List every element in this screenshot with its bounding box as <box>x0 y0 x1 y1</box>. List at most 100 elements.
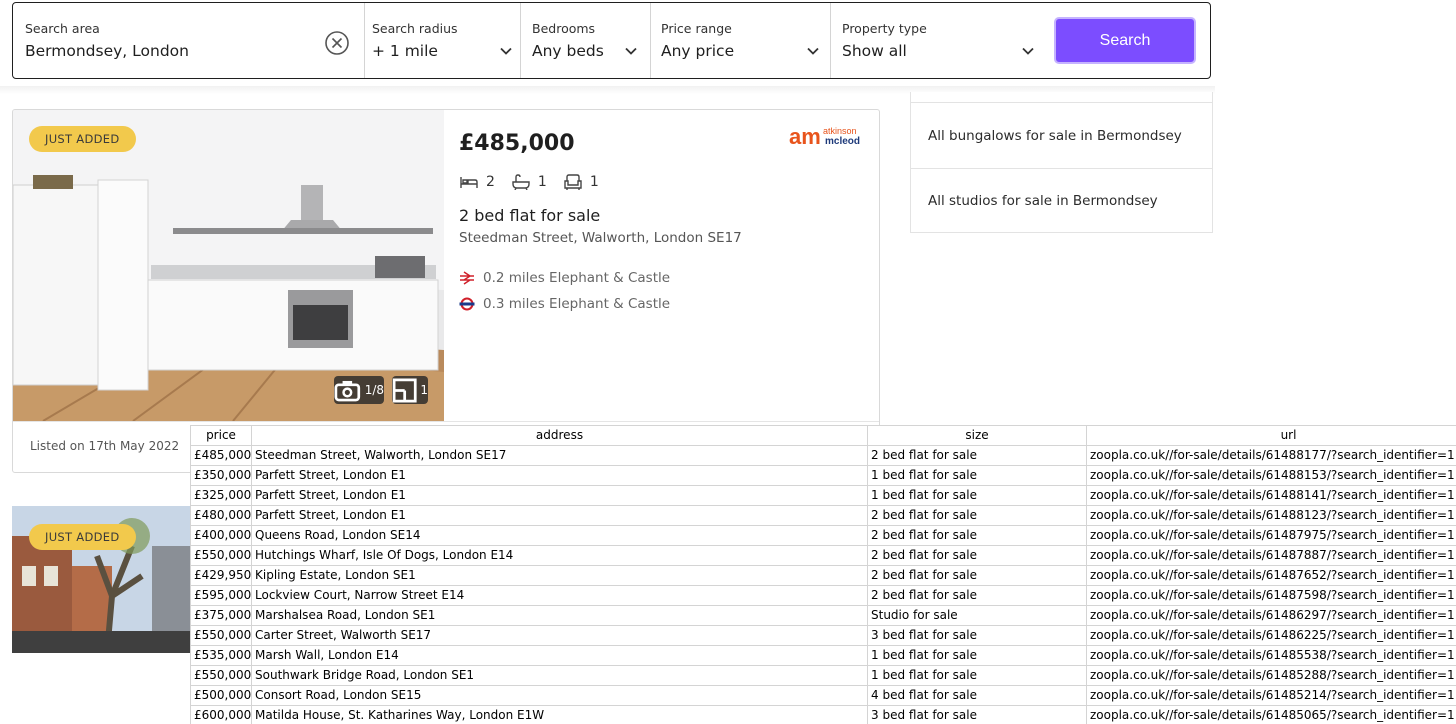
cell-size[interactable]: 2 bed flat for sale <box>867 505 1087 526</box>
cell-url[interactable]: zoopla.co.uk//for-sale/details/61485214/… <box>1086 685 1456 706</box>
cell-size[interactable]: 2 bed flat for sale <box>867 545 1087 566</box>
cell-address[interactable]: Parfett Street, London E1 <box>251 465 868 486</box>
bathrooms-feature: 1 <box>511 174 547 190</box>
cell-price[interactable]: £480,000 <box>190 505 252 526</box>
floorplan-button[interactable]: 1 <box>392 376 428 404</box>
listing-photo-2[interactable]: JUST ADDED <box>12 506 192 653</box>
search-area-field[interactable]: Search area Bermondsey, London <box>13 3 363 78</box>
cell-url[interactable]: zoopla.co.uk//for-sale/details/61486225/… <box>1086 625 1456 646</box>
cell-size[interactable]: 3 bed flat for sale <box>867 625 1087 646</box>
search-radius-select[interactable]: Search radius + 1 mile <box>360 3 520 78</box>
cell-size[interactable]: 1 bed flat for sale <box>867 465 1087 486</box>
page: Search area Bermondsey, London Search ra… <box>0 0 1456 724</box>
listing-photo[interactable]: JUST ADDED 1/8 1 <box>13 110 444 421</box>
cell-size[interactable]: 2 bed flat for sale <box>867 565 1087 586</box>
cell-size[interactable]: 2 bed flat for sale <box>867 445 1087 466</box>
link-studios-bermondsey[interactable]: All studios for sale in Bermondsey <box>928 193 1158 209</box>
cell-price[interactable]: £550,000 <box>190 545 252 566</box>
cell-url[interactable]: zoopla.co.uk//for-sale/details/61485288/… <box>1086 665 1456 686</box>
table-row: £485,000 Steedman Street, Walworth, Londo… <box>190 445 1456 466</box>
cell-size[interactable]: 4 bed flat for sale <box>867 685 1087 706</box>
spreadsheet-overlay: price address size url £485,000 Steedman … <box>190 425 1456 724</box>
search-button[interactable]: Search <box>1054 17 1196 64</box>
divider <box>911 102 1212 103</box>
cell-price[interactable]: £550,000 <box>190 665 252 686</box>
cell-size[interactable]: 1 bed flat for sale <box>867 485 1087 506</box>
table-row: £500,000 Consort Road, London SE15 4 bed f… <box>190 685 1456 706</box>
table-row: £550,000 Southwark Bridge Road, London SE… <box>190 665 1456 686</box>
price-range-select[interactable]: Price range Any price <box>649 3 830 78</box>
cell-size[interactable]: Studio for sale <box>867 605 1087 626</box>
cell-url[interactable]: zoopla.co.uk//for-sale/details/61488123/… <box>1086 505 1456 526</box>
table-row: £400,000 Queens Road, London SE14 2 bed fl… <box>190 525 1456 546</box>
chevron-down-icon <box>499 43 513 57</box>
related-searches-panel: All bungalows for sale in Bermondsey All… <box>910 92 1213 233</box>
features-row: 2 1 1 <box>459 174 599 190</box>
bedrooms-count: 2 <box>486 174 495 190</box>
search-area-input[interactable]: Bermondsey, London <box>25 42 189 60</box>
cell-address[interactable]: Parfett Street, London E1 <box>251 485 868 506</box>
camera-icon <box>334 380 361 401</box>
cell-price[interactable]: £375,000 <box>190 605 252 626</box>
table-row: £375,000 Marshalsea Road, London SE1 Studi… <box>190 605 1456 626</box>
cell-url[interactable]: zoopla.co.uk//for-sale/details/61487975/… <box>1086 525 1456 546</box>
photo-gallery-button[interactable]: 1/8 <box>334 376 384 404</box>
cell-address[interactable]: Hutchings Wharf, Isle Of Dogs, London E1… <box>251 545 868 566</box>
cell-size[interactable]: 2 bed flat for sale <box>867 585 1087 606</box>
cell-size[interactable]: 2 bed flat for sale <box>867 525 1087 546</box>
cell-price[interactable]: £429,950 <box>190 565 252 586</box>
property-type-select[interactable]: Property type Show all <box>830 3 1040 78</box>
cell-address[interactable]: Kipling Estate, London SE1 <box>251 565 868 586</box>
cell-url[interactable]: zoopla.co.uk//for-sale/details/61487652/… <box>1086 565 1456 586</box>
cell-address[interactable]: Carter Street, Walworth SE17 <box>251 625 868 646</box>
cell-price[interactable]: £595,000 <box>190 585 252 606</box>
cell-size[interactable]: 1 bed flat for sale <box>867 645 1087 666</box>
bedrooms-value: Any beds <box>532 42 604 60</box>
header-url[interactable]: url <box>1086 425 1456 446</box>
property-type-value: Show all <box>842 42 907 60</box>
cell-size[interactable]: 1 bed flat for sale <box>867 665 1087 686</box>
agent-logo[interactable]: am atkinson mcleod <box>789 124 867 149</box>
cell-address[interactable]: Consort Road, London SE15 <box>251 685 868 706</box>
cell-price[interactable]: £550,000 <box>190 625 252 646</box>
header-size[interactable]: size <box>867 425 1087 446</box>
cell-url[interactable]: zoopla.co.uk//for-sale/details/61488141/… <box>1086 485 1456 506</box>
cell-price[interactable]: £400,000 <box>190 525 252 546</box>
cell-price[interactable]: £325,000 <box>190 485 252 506</box>
cell-address[interactable]: Southwark Bridge Road, London SE1 <box>251 665 868 686</box>
header-price[interactable]: price <box>190 425 252 446</box>
bedrooms-select[interactable]: Bedrooms Any beds <box>520 3 650 78</box>
cell-url[interactable]: zoopla.co.uk//for-sale/details/61487887/… <box>1086 545 1456 566</box>
receptions-count: 1 <box>589 174 599 190</box>
cell-price[interactable]: £485,000 <box>190 445 252 466</box>
underground-icon <box>459 297 475 311</box>
bath-icon <box>512 174 530 190</box>
listing-price[interactable]: £485,000 <box>459 131 575 156</box>
cell-address[interactable]: Parfett Street, London E1 <box>251 505 868 526</box>
listing-card[interactable]: JUST ADDED 1/8 1 £485,000 am atkinson mc… <box>12 109 880 473</box>
table-row: £350,000 Parfett Street, London E1 1 bed f… <box>190 465 1456 486</box>
cell-address[interactable]: Marshalsea Road, London SE1 <box>251 605 868 626</box>
cell-size[interactable]: 3 bed flat for sale <box>867 705 1087 724</box>
cell-url[interactable]: zoopla.co.uk//for-sale/details/61486297/… <box>1086 605 1456 626</box>
cell-url[interactable]: zoopla.co.uk//for-sale/details/61488153/… <box>1086 465 1456 486</box>
cell-address[interactable]: Queens Road, London SE14 <box>251 525 868 546</box>
cell-url[interactable]: zoopla.co.uk//for-sale/details/61485065/… <box>1086 705 1456 724</box>
tube-station-info: 0.3 miles Elephant & Castle <box>459 296 670 312</box>
cell-address[interactable]: Matilda House, St. Katharines Way, Londo… <box>251 705 868 724</box>
cell-price[interactable]: £600,000 <box>190 705 252 724</box>
cell-url[interactable]: zoopla.co.uk//for-sale/details/61487598/… <box>1086 585 1456 606</box>
header-address[interactable]: address <box>251 425 868 446</box>
cell-price[interactable]: £535,000 <box>190 645 252 666</box>
cell-price[interactable]: £350,000 <box>190 465 252 486</box>
listing-title[interactable]: 2 bed flat for sale <box>459 206 600 225</box>
cell-url[interactable]: zoopla.co.uk//for-sale/details/61485538/… <box>1086 645 1456 666</box>
cell-address[interactable]: Marsh Wall, London E14 <box>251 645 868 666</box>
cell-url[interactable]: zoopla.co.uk//for-sale/details/61488177/… <box>1086 445 1456 466</box>
link-bungalows-bermondsey[interactable]: All bungalows for sale in Bermondsey <box>928 128 1182 144</box>
cell-address[interactable]: Lockview Court, Narrow Street E14 <box>251 585 868 606</box>
cell-address[interactable]: Steedman Street, Walworth, London SE17 <box>251 445 868 466</box>
clear-search-icon[interactable] <box>324 30 350 56</box>
price-range-value: Any price <box>661 42 735 60</box>
cell-price[interactable]: £500,000 <box>190 685 252 706</box>
